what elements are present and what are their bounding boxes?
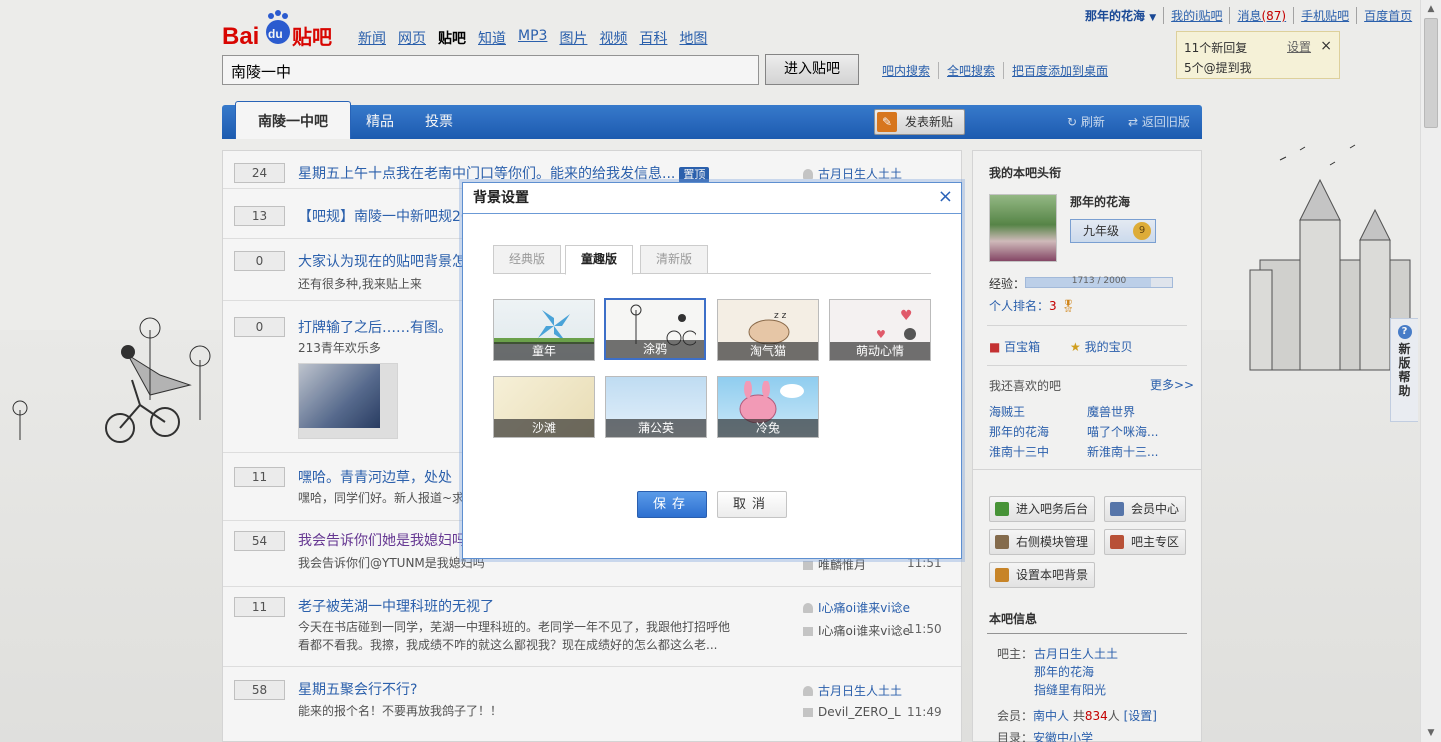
svg-text:♥: ♥ (876, 328, 886, 341)
close-icon[interactable]: × (938, 187, 953, 207)
skin-label: 蒲公英 (606, 419, 706, 437)
rabbit-icon (739, 381, 804, 423)
skin-label: 冷兔 (718, 419, 818, 437)
svg-text:z z: z z (774, 311, 787, 321)
skin-tabs: 经典版 童趣版 清新版 (493, 245, 931, 275)
cancel-button[interactable]: 取消 (717, 491, 787, 518)
skin-doodle[interactable]: 涂鸦 (604, 298, 706, 360)
scroll-down-icon[interactable]: ▼ (1424, 726, 1438, 740)
skin-childhood[interactable]: 童年 (493, 299, 595, 361)
skin-label: 涂鸦 (606, 340, 704, 358)
skin-beach[interactable]: 沙滩 (493, 376, 595, 438)
cat-icon: z z (748, 311, 790, 344)
tab-fun[interactable]: 童趣版 (565, 245, 633, 275)
skin-label: 沙滩 (494, 419, 594, 437)
svg-text:♥: ♥ (900, 308, 913, 324)
tab-fresh[interactable]: 清新版 (640, 245, 708, 274)
skin-naughty-cat[interactable]: z z 淘气猫 (717, 299, 819, 361)
skin-label: 萌动心情 (830, 342, 930, 360)
skin-dandelion[interactable]: 蒲公英 (605, 376, 707, 438)
dialog-title: 背景设置 (463, 183, 961, 214)
skin-cold-rabbit[interactable]: 冷兔 (717, 376, 819, 438)
skin-label: 童年 (494, 342, 594, 360)
scroll-up-icon[interactable]: ▲ (1424, 2, 1438, 16)
tab-classic[interactable]: 经典版 (493, 245, 561, 274)
page-scrollbar[interactable]: ▲ ▼ (1420, 0, 1441, 742)
hearts-icon: ♥♥ (876, 308, 916, 341)
skin-heart[interactable]: ♥ ♥ 萌动心情 (829, 299, 931, 361)
scrollbar-thumb[interactable] (1424, 18, 1438, 128)
save-button[interactable]: 保存 (637, 491, 707, 518)
background-settings-dialog: 背景设置 × 经典版 童趣版 清新版 童年 涂鸦 z z 淘气猫 ♥ ♥ 萌动心情… (462, 182, 962, 559)
skin-label: 淘气猫 (718, 342, 818, 360)
